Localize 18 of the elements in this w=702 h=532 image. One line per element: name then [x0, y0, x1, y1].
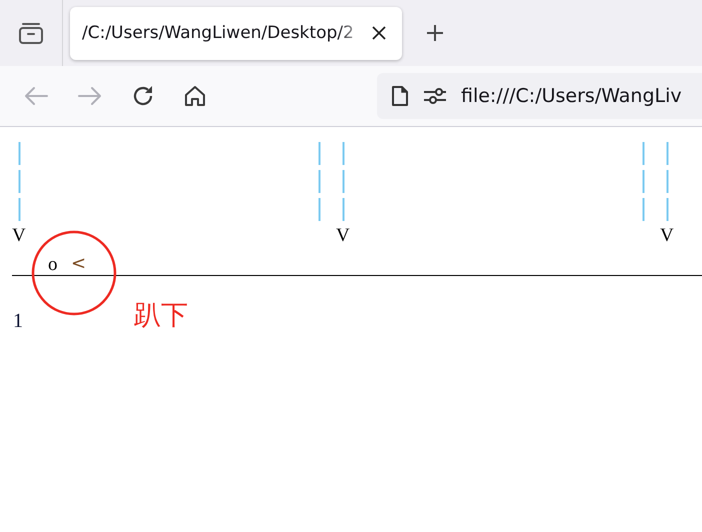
drop-mark: V — [12, 225, 26, 247]
url-text: file:///C:/Users/WangLiv — [461, 85, 682, 107]
figure-legs: < — [71, 253, 86, 274]
line-number: 1 — [13, 310, 23, 333]
drop-mark: V — [336, 225, 350, 247]
browser-tab[interactable]: /C:/Users/WangLiwen/Desktop/2 — [70, 6, 402, 60]
annotation-text: 趴下 — [134, 299, 188, 333]
settings-icon[interactable] — [423, 87, 447, 105]
home-icon[interactable] — [183, 84, 207, 108]
reload-icon[interactable] — [131, 84, 155, 108]
close-icon[interactable] — [372, 26, 386, 40]
address-bar[interactable]: file:///C:/Users/WangLiv — [377, 73, 702, 119]
new-tab-icon[interactable] — [426, 24, 444, 42]
page-icon — [391, 85, 409, 107]
sidebar-icon[interactable] — [18, 22, 44, 44]
figure-head: o — [48, 254, 58, 276]
tab-title: /C:/Users/WangLiwen/Desktop/2 — [82, 23, 355, 43]
drop-mark: V — [660, 225, 674, 247]
